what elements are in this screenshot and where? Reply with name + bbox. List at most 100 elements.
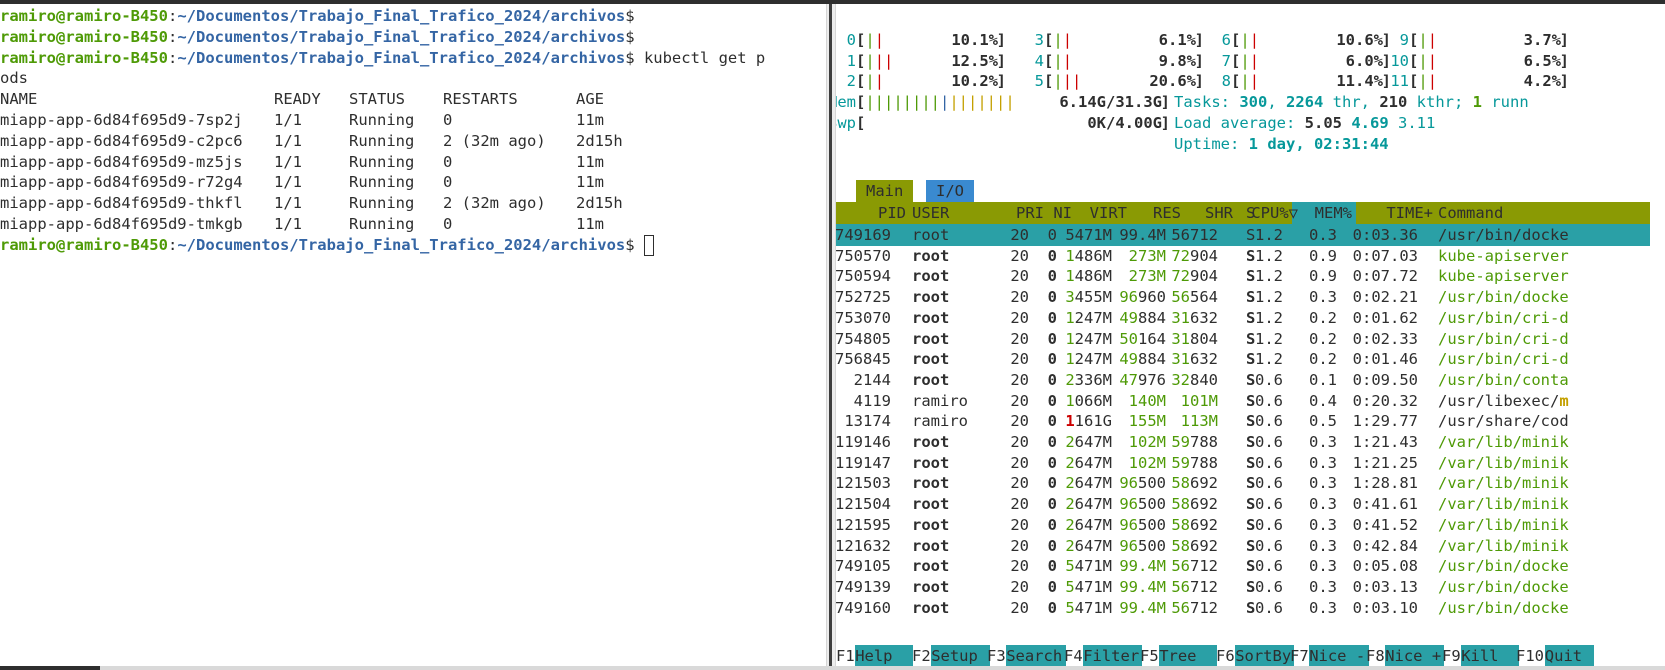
proc-virt-major: 2 xyxy=(1065,474,1075,493)
proc-time: 0:01.62 xyxy=(1352,308,1418,327)
process-row[interactable]: 13174 ramiro 20 0 1161G 155M 113M S 0.6 0.5 1:29.7… xyxy=(836,410,1650,432)
fkey-f8[interactable]: F8 xyxy=(1366,645,1385,666)
proc-virt-minor: 161G xyxy=(1074,412,1112,431)
cpu-bar-user: | xyxy=(1418,72,1428,91)
process-row[interactable]: 2144 root 20 0 2336M 47976 32840 S 0.6 0.1 0:09.50… xyxy=(836,369,1650,391)
fkey-label-f3[interactable]: Search xyxy=(1006,645,1066,666)
process-row[interactable]: 749169 root 20 0 5471M 99.4M 56712 S 1.2 0.3 0:03.… xyxy=(836,224,1650,246)
terminal-prompt-line: ramiro@ramiro-B450:~/Documentos/Trabajo_… xyxy=(0,47,765,69)
process-row[interactable]: 756845 root 20 0 1247M 49884 31632 S 1.2 0.2 0:01.… xyxy=(836,348,1650,370)
cpu-percent: 20.6% xyxy=(1149,72,1196,91)
fkey-f6[interactable]: F6 xyxy=(1216,645,1235,666)
terminal-cursor[interactable] xyxy=(643,234,654,256)
process-row[interactable]: 4119 ramiro 20 0 1066M 140M 101M S 0.6 0.4 0:20.32… xyxy=(836,390,1650,412)
proc-user: root xyxy=(912,226,950,244)
prompt-path: ~/Documentos/Trabajo_Final_Trafico_2024/… xyxy=(177,27,626,46)
fkey-f10[interactable]: F10 xyxy=(1516,645,1544,666)
proc-cpu: 0.6 xyxy=(1255,536,1283,555)
proc-pid: 754805 xyxy=(836,329,891,348)
process-row[interactable]: 753070 root 20 0 1247M 49884 31632 S 1.2 0.2 0:01.… xyxy=(836,307,1650,329)
proc-virt: 2647M xyxy=(1065,514,1112,536)
pane-divider-handle[interactable] xyxy=(829,4,832,666)
col-header-virt[interactable]: VIRT xyxy=(1090,202,1127,224)
proc-virt-minor: 486M xyxy=(1074,267,1112,286)
process-row[interactable]: 749105 root 20 0 5471M 99.4M 56712 S 0.6 0.3 0:05.… xyxy=(836,555,1650,577)
proc-res-major: 96 xyxy=(1119,515,1138,534)
fkey-label-f5[interactable]: Tree xyxy=(1159,645,1217,666)
process-row[interactable]: 121632 root 20 0 2647M 96500 58692 S 0.6 0.3 0:42.… xyxy=(836,535,1650,557)
process-row[interactable]: 750594 root 20 0 1486M 273M 72904 S 1.2 0.9 0:07.7… xyxy=(836,265,1650,287)
proc-user: root xyxy=(912,246,950,265)
pod-restarts: 2 (32m ago) xyxy=(443,194,546,213)
proc-time: 1:29.77 xyxy=(1352,412,1418,431)
fkey-f2[interactable]: F2 xyxy=(912,645,931,666)
col-header-cmd[interactable]: Command xyxy=(1438,202,1503,224)
proc-ni: 0 xyxy=(1047,577,1057,596)
fkey-f7[interactable]: F7 xyxy=(1290,645,1309,666)
fkey-f4[interactable]: F4 xyxy=(1064,645,1083,666)
process-row[interactable]: 750570 root 20 0 1486M 273M 72904 S 1.2 0.9 0:07.0… xyxy=(836,245,1650,267)
proc-virt-minor: 455M xyxy=(1074,288,1112,307)
fkey-label-f9[interactable]: Kill xyxy=(1461,645,1519,666)
fkey-f1[interactable]: F1 xyxy=(836,645,855,666)
process-row[interactable]: 119146 root 20 0 2647M 102M 59788 S 0.6 0.3 1:21.4… xyxy=(836,431,1650,453)
cpu-bar-user: | xyxy=(1240,72,1250,91)
process-row[interactable]: 121595 root 20 0 2647M 96500 58692 S 0.6 0.3 0:41.… xyxy=(836,514,1650,536)
tab-main[interactable]: Main xyxy=(856,180,914,202)
col-header-ni[interactable]: NI xyxy=(1053,202,1072,224)
htop-pane[interactable]: 0[|| 10.1%] 1[||| 12.5%] 2[|| 10.2%] 3[|| 6.1%]… xyxy=(836,4,1665,666)
process-row[interactable]: 754805 root 20 0 1247M 50164 31804 S 1.2 0.2 0:02.… xyxy=(836,328,1650,350)
running-label: runn xyxy=(1482,93,1529,111)
proc-s: S xyxy=(1246,598,1256,617)
proc-command: /usr/bin/docke xyxy=(1438,598,1569,617)
prompt-user: ramiro@ramiro-B450 xyxy=(0,48,168,67)
col-header-user[interactable]: USER xyxy=(912,202,949,224)
cpu-bar-system: | xyxy=(874,31,885,49)
col-header-mem[interactable]: MEM% xyxy=(1315,202,1352,224)
proc-shr-major: 31 xyxy=(1171,329,1190,348)
fkey-label-f10[interactable]: Quit xyxy=(1544,645,1594,666)
col-header-time[interactable]: TIME+ xyxy=(1386,202,1433,224)
fkey-f3[interactable]: F3 xyxy=(987,645,1006,666)
proc-shr-major: 58 xyxy=(1171,474,1190,493)
prompt-dollar: $ xyxy=(625,27,635,46)
prompt-dollar: $ xyxy=(625,48,635,67)
cpu-meter: 2[|| 10.2%] xyxy=(836,70,1006,92)
process-row[interactable]: 749160 root 20 0 5471M 99.4M 56712 S 0.6 0.3 0:03.… xyxy=(836,597,1650,619)
proc-command: /var/lib/minik xyxy=(1438,453,1569,472)
process-row[interactable]: 121503 root 20 0 2647M 96500 58692 S 0.6 0.3 1:28.… xyxy=(836,472,1650,494)
proc-res-value: 99.4M xyxy=(1119,598,1166,617)
col-header-cpu[interactable]: CPU%▽ xyxy=(1251,202,1298,224)
tab-io[interactable]: I/O xyxy=(926,180,974,202)
fkey-label-f2[interactable]: Setup xyxy=(931,645,990,666)
proc-mem: 0.9 xyxy=(1309,246,1337,265)
process-row[interactable]: 749139 root 20 0 5471M 99.4M 56712 S 0.6 0.3 0:03.… xyxy=(836,576,1650,598)
col-header-res[interactable]: RES xyxy=(1153,202,1181,224)
col-header-shr[interactable]: SHR xyxy=(1205,202,1233,224)
process-row[interactable]: 119147 root 20 0 2647M 102M 59788 S 0.6 0.3 1:21.2… xyxy=(836,452,1650,474)
fkey-label-f6[interactable]: SortBy xyxy=(1235,645,1294,666)
proc-pri: 20 xyxy=(1010,557,1029,576)
fkey-label-f1[interactable]: Help xyxy=(855,645,913,666)
process-row[interactable]: 121504 root 20 0 2647M 96500 58692 S 0.6 0.3 0:41.… xyxy=(836,493,1650,515)
fkey-label-f8[interactable]: Nice + xyxy=(1385,645,1444,666)
terminal-pane-left[interactable]: ramiro@ramiro-B450:~/Documentos/Trabajo_… xyxy=(0,4,826,666)
fkey-f5[interactable]: F5 xyxy=(1140,645,1159,666)
cpu-meter: 9[|| 3.7%] xyxy=(1369,29,1569,51)
proc-virt-major: 2 xyxy=(1065,495,1075,514)
proc-cpu: 1.2 xyxy=(1255,246,1283,265)
process-row[interactable]: 752725 root 20 0 3455M 96960 56564 S 1.2 0.3 0:02.… xyxy=(836,286,1650,308)
proc-shr-minor: 712 xyxy=(1190,557,1218,576)
col-header-pri[interactable]: PRI xyxy=(1016,202,1044,224)
fkey-f9[interactable]: F9 xyxy=(1442,645,1461,666)
fkey-label-f7[interactable]: Nice - xyxy=(1309,645,1369,666)
proc-res-minor: 500 xyxy=(1138,474,1166,493)
uptime: Uptime: 1 day, 02:31:44 xyxy=(1174,133,1389,155)
pod-restarts: 2 (32m ago) xyxy=(443,131,546,150)
fkey-label-f4[interactable]: Filter xyxy=(1083,645,1142,666)
proc-shr: 58692 xyxy=(1171,535,1218,557)
proc-virt-major: 2 xyxy=(1065,370,1075,389)
proc-res: 49884 xyxy=(1119,348,1166,370)
proc-cpu: 1.2 xyxy=(1255,288,1283,307)
col-header-pid[interactable]: PID xyxy=(878,202,906,224)
